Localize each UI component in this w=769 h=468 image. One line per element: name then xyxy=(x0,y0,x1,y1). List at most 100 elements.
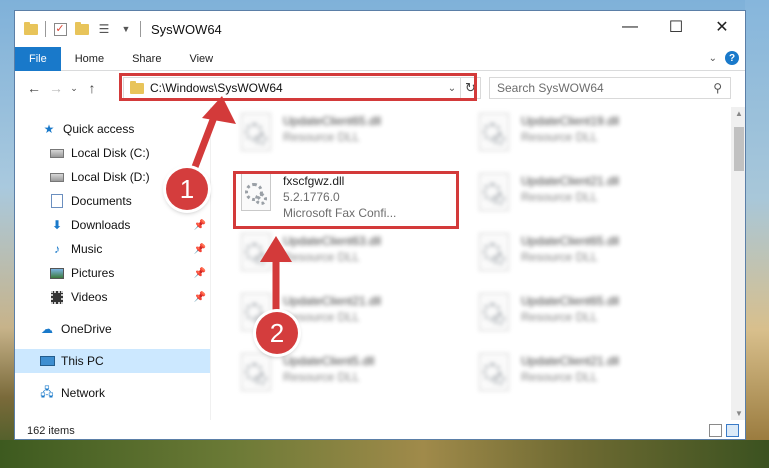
sidebar-item-label: OneDrive xyxy=(61,322,112,336)
address-bar-highlight xyxy=(119,73,477,101)
sidebar-item-label: This PC xyxy=(61,354,104,368)
status-bar: 162 items xyxy=(15,420,745,439)
explorer-body: ★ Quick access Local Disk (C:) Local Dis… xyxy=(15,107,745,420)
window-controls: — ☐ ✕ xyxy=(607,11,745,43)
list-item[interactable]: UpdateClient5.dll Resource DLL xyxy=(235,351,455,401)
list-item[interactable]: UpdateClient65.dll Resource DLL xyxy=(235,111,455,161)
sidebar-item-label: Videos xyxy=(71,290,108,304)
dll-file-icon xyxy=(235,111,275,155)
list-item[interactable]: UpdateClient65.dll Resource DLL xyxy=(473,291,693,341)
customize-toolbar-icon[interactable]: ☰ xyxy=(96,21,112,37)
search-input[interactable]: Search SysWOW64 ⚲ xyxy=(489,77,731,99)
tab-view[interactable]: View xyxy=(175,47,227,71)
step-1-badge: 1 xyxy=(166,168,208,210)
vertical-scrollbar[interactable]: ▲ ▼ xyxy=(731,107,745,420)
disk-icon xyxy=(49,145,65,161)
forward-arrow-icon[interactable]: → xyxy=(45,77,67,99)
file-name: UpdateClient21.dll xyxy=(521,174,620,188)
pin-icon[interactable]: 📌 xyxy=(194,220,206,231)
videos-icon xyxy=(49,289,65,305)
ribbon-right-controls: ⌄ ? xyxy=(709,51,739,65)
sidebar-item-label: Local Disk (D:) xyxy=(71,170,150,184)
tab-file[interactable]: File xyxy=(15,46,61,71)
new-folder-icon[interactable] xyxy=(74,21,90,37)
downloads-icon: ⬇ xyxy=(51,218,63,232)
close-button[interactable]: ✕ xyxy=(699,11,745,43)
sidebar-item-label: Music xyxy=(71,242,103,256)
documents-icon xyxy=(49,193,65,209)
sidebar-item-local-disk-c[interactable]: Local Disk (C:) xyxy=(15,141,210,165)
file-name: UpdateClient19.dll xyxy=(521,114,620,128)
file-name: UpdateClient63.dll xyxy=(283,234,382,248)
desktop-background-right xyxy=(745,0,769,440)
up-arrow-icon[interactable]: ↑ xyxy=(81,77,103,99)
file-type: Resource DLL xyxy=(521,250,598,264)
list-item[interactable]: UpdateClient65.dll Resource DLL xyxy=(473,231,693,281)
details-view-icon[interactable] xyxy=(709,424,722,437)
help-button[interactable]: ? xyxy=(725,51,739,65)
file-type: Resource DLL xyxy=(521,130,598,144)
network-icon: 🖧 xyxy=(40,384,54,399)
disk-icon xyxy=(49,169,65,185)
view-toggle xyxy=(709,424,739,437)
pin-icon[interactable]: 📌 xyxy=(194,268,206,279)
search-icon[interactable]: ⚲ xyxy=(713,81,722,95)
dll-file-icon xyxy=(473,231,513,275)
scroll-down-icon[interactable]: ▼ xyxy=(735,409,743,418)
sidebar-item-label: Local Disk (C:) xyxy=(71,146,150,160)
sidebar-item-pictures[interactable]: Pictures 📌 xyxy=(15,261,210,285)
sidebar-item-music[interactable]: ♪ Music 📌 xyxy=(15,237,210,261)
list-item[interactable]: UpdateClient19.dll Resource DLL xyxy=(473,111,693,161)
back-arrow-icon[interactable]: ← xyxy=(23,77,45,99)
folder-icon xyxy=(23,21,39,37)
search-placeholder: Search SysWOW64 xyxy=(497,81,604,95)
dll-file-icon xyxy=(235,351,275,395)
tab-share[interactable]: Share xyxy=(118,47,175,71)
navigation-pane: ★ Quick access Local Disk (C:) Local Dis… xyxy=(15,107,211,420)
tiles-view-icon[interactable] xyxy=(726,424,739,437)
sidebar-item-label: Quick access xyxy=(63,122,135,136)
file-type: Resource DLL xyxy=(283,370,360,384)
sidebar-item-videos[interactable]: Videos 📌 xyxy=(15,285,210,309)
list-item[interactable]: UpdateClient21.dll Resource DLL xyxy=(473,351,693,401)
sidebar-item-label: Downloads xyxy=(71,218,131,232)
file-type: Resource DLL xyxy=(283,310,360,324)
file-name: UpdateClient21.dll xyxy=(521,354,620,368)
item-count: 162 items xyxy=(27,424,75,437)
sidebar-item-this-pc[interactable]: This PC xyxy=(15,349,210,373)
sidebar-item-network[interactable]: 🖧 Network xyxy=(15,381,210,405)
file-type: Resource DLL xyxy=(283,250,360,264)
file-type: Resource DLL xyxy=(521,190,598,204)
pin-icon[interactable]: 📌 xyxy=(194,244,206,255)
ribbon-tabs: File Home Share View ⌄ ? xyxy=(15,46,745,71)
toolbar-dropdown-icon[interactable]: ▼ xyxy=(118,21,134,37)
minimize-button[interactable]: — xyxy=(607,11,653,43)
scroll-up-icon[interactable]: ▲ xyxy=(735,109,743,118)
file-name: UpdateClient65.dll xyxy=(521,294,620,308)
music-icon: ♪ xyxy=(54,242,60,256)
sidebar-item-label: Pictures xyxy=(71,266,115,280)
pin-icon[interactable]: 📌 xyxy=(194,292,206,303)
quick-access-toolbar: ✓ ☰ ▼ xyxy=(15,21,141,37)
tab-home[interactable]: Home xyxy=(61,47,118,71)
chevron-down-icon[interactable]: ⌄ xyxy=(709,53,717,64)
onedrive-icon: ☁ xyxy=(41,322,53,336)
file-name: UpdateClient65.dll xyxy=(283,114,382,128)
maximize-button[interactable]: ☐ xyxy=(653,11,699,43)
recent-locations-chevron-icon[interactable]: ⌄ xyxy=(67,77,81,99)
dll-file-icon xyxy=(473,111,513,155)
window-title: SysWOW64 xyxy=(151,21,222,37)
file-type: Resource DLL xyxy=(521,370,598,384)
sidebar-item-quick-access[interactable]: ★ Quick access xyxy=(15,117,210,141)
toolbar-divider xyxy=(45,21,46,37)
file-type: Resource DLL xyxy=(521,310,598,324)
sidebar-item-onedrive[interactable]: ☁ OneDrive xyxy=(15,317,210,341)
list-item[interactable]: UpdateClient63.dll Resource DLL xyxy=(235,231,455,281)
scrollbar-thumb[interactable] xyxy=(734,127,744,171)
file-name: UpdateClient65.dll xyxy=(521,234,620,248)
list-item[interactable]: UpdateClient21.dll Resource DLL xyxy=(473,171,693,221)
step-2-badge: 2 xyxy=(256,312,298,354)
file-list: UpdateClient65.dll Resource DLL fxscfgwz.… xyxy=(211,107,745,420)
sidebar-item-downloads[interactable]: ⬇ Downloads 📌 xyxy=(15,213,210,237)
properties-icon[interactable]: ✓ xyxy=(52,21,68,37)
